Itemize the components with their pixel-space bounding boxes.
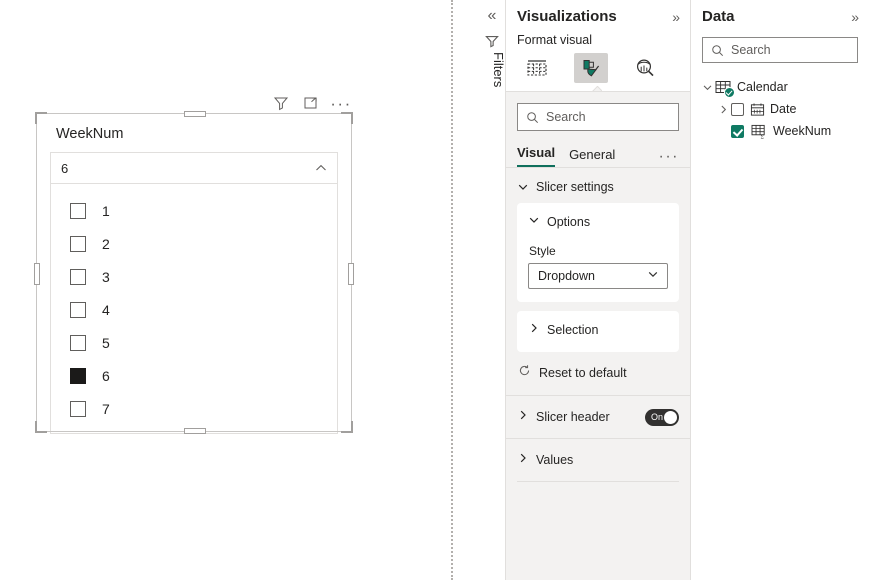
filter-icon[interactable] [272, 94, 290, 112]
values-label: Values [536, 453, 574, 467]
data-pane-header: Data » [691, 0, 869, 25]
resize-handle-bottom-left[interactable] [35, 421, 47, 433]
tree-item-calendar[interactable]: Calendar [691, 76, 869, 98]
chevron-down-icon [528, 213, 540, 231]
selection-card-header[interactable]: Selection [528, 321, 668, 339]
resize-handle-right[interactable] [348, 262, 354, 285]
pane-section-divider [506, 91, 690, 92]
style-field-label: Style [529, 244, 556, 258]
visualizations-header: Visualizations » [506, 0, 690, 25]
chevron-down-icon [647, 267, 659, 285]
resize-handle-top[interactable] [184, 111, 206, 117]
tab-visual[interactable]: Visual [517, 145, 556, 167]
filters-label: Filters [491, 52, 506, 88]
visual-header-toolbar: ··· [272, 92, 354, 114]
chevron-down-icon [517, 181, 529, 193]
resize-handle-bottom-right[interactable] [341, 421, 353, 433]
slicer-settings-label: Slicer settings [536, 180, 614, 194]
format-visual-icon[interactable] [574, 53, 608, 83]
tree-label-weeknum: WeekNum [773, 124, 832, 138]
options-label: Options [547, 215, 591, 229]
options-card: Options Style Dropdown [517, 203, 679, 302]
slicer-header-toggle-state: On [651, 412, 664, 422]
slicer-header-toggle[interactable]: On [645, 408, 679, 426]
visual-selection-frame [34, 111, 354, 434]
chevron-down-icon[interactable] [699, 82, 715, 93]
focus-mode-icon[interactable] [302, 94, 320, 112]
chevron-right-icon [528, 321, 540, 339]
report-canvas[interactable]: ··· WeekNum 6 1234567 [0, 0, 452, 580]
slicer-settings-group-header[interactable]: Slicer settings [517, 168, 679, 203]
data-pane: Data » Search Calendar Date Σ WeekNum [690, 0, 869, 580]
resize-handle-bottom[interactable] [184, 428, 206, 434]
chevron-right-icon[interactable] [715, 104, 731, 115]
resize-handle-top-left[interactable] [35, 112, 47, 124]
tab-general[interactable]: General [569, 147, 615, 167]
format-tabs: Visual General ··· [517, 145, 679, 167]
tree-label-calendar: Calendar [737, 80, 788, 94]
data-pane-title: Data [702, 8, 735, 25]
reset-icon [518, 364, 531, 382]
resize-handle-left[interactable] [34, 262, 40, 285]
selected-mode-caret [592, 86, 602, 91]
table-selected-badge [724, 86, 735, 98]
toggle-knob [664, 410, 677, 424]
selection-label: Selection [547, 323, 599, 337]
data-search-input[interactable]: Search [702, 37, 858, 63]
visualizations-title: Visualizations [517, 8, 617, 25]
format-visual-label: Format visual [506, 25, 690, 51]
tree-item-date[interactable]: Date [691, 98, 869, 120]
format-search-input[interactable]: Search [517, 103, 679, 131]
chevron-right-icon [517, 451, 529, 469]
format-pane-body: Search Visual General ··· Slicer setting… [506, 103, 690, 482]
values-row[interactable]: Values [506, 438, 690, 481]
expand-data-pane-icon[interactable]: » [851, 10, 859, 24]
visual-mode-icon-group [506, 51, 690, 91]
data-search-placeholder: Search [731, 43, 771, 57]
calendar-icon [750, 102, 765, 117]
tree-item-weeknum[interactable]: Σ WeekNum [691, 120, 869, 142]
table-icon [715, 80, 735, 98]
page-boundary-divider [451, 0, 453, 580]
reset-to-default-button[interactable]: Reset to default [517, 361, 679, 393]
selection-card[interactable]: Selection [517, 311, 679, 352]
expand-visualizations-icon[interactable]: » [672, 10, 680, 24]
tree-label-date: Date [770, 102, 797, 116]
style-dropdown-value: Dropdown [538, 269, 595, 283]
slicer-header-label: Slicer header [536, 410, 610, 424]
measure-table-icon: Σ [751, 124, 768, 139]
format-tabs-more-icon[interactable]: ··· [659, 149, 679, 167]
search-icon [712, 44, 724, 56]
filter-icon [483, 32, 501, 50]
checkbox-date[interactable] [731, 102, 744, 116]
svg-text:Σ: Σ [761, 134, 764, 139]
analytics-icon[interactable] [628, 53, 662, 83]
style-dropdown[interactable]: Dropdown [528, 263, 668, 289]
more-options-label: ··· [330, 93, 352, 113]
slicer-header-row[interactable]: Slicer header On [506, 395, 690, 438]
reset-to-default-label: Reset to default [539, 366, 627, 380]
filters-rail[interactable]: « Filters [478, 0, 506, 580]
build-visual-icon[interactable] [520, 53, 554, 83]
collapse-filters-icon[interactable]: « [482, 6, 502, 26]
search-icon [527, 111, 539, 123]
format-search-placeholder: Search [546, 110, 586, 124]
chevron-right-icon [517, 408, 529, 426]
checkbox-weeknum[interactable] [731, 124, 744, 138]
resize-handle-top-right[interactable] [341, 112, 353, 124]
visualizations-pane: Visualizations » Format visual Search Vi… [506, 0, 690, 580]
data-field-tree: Calendar Date Σ WeekNum [691, 76, 869, 142]
format-collapsed-rows: Slicer header On Values [506, 395, 690, 482]
more-options-icon[interactable]: ··· [330, 93, 352, 113]
options-card-header[interactable]: Options [528, 213, 668, 231]
